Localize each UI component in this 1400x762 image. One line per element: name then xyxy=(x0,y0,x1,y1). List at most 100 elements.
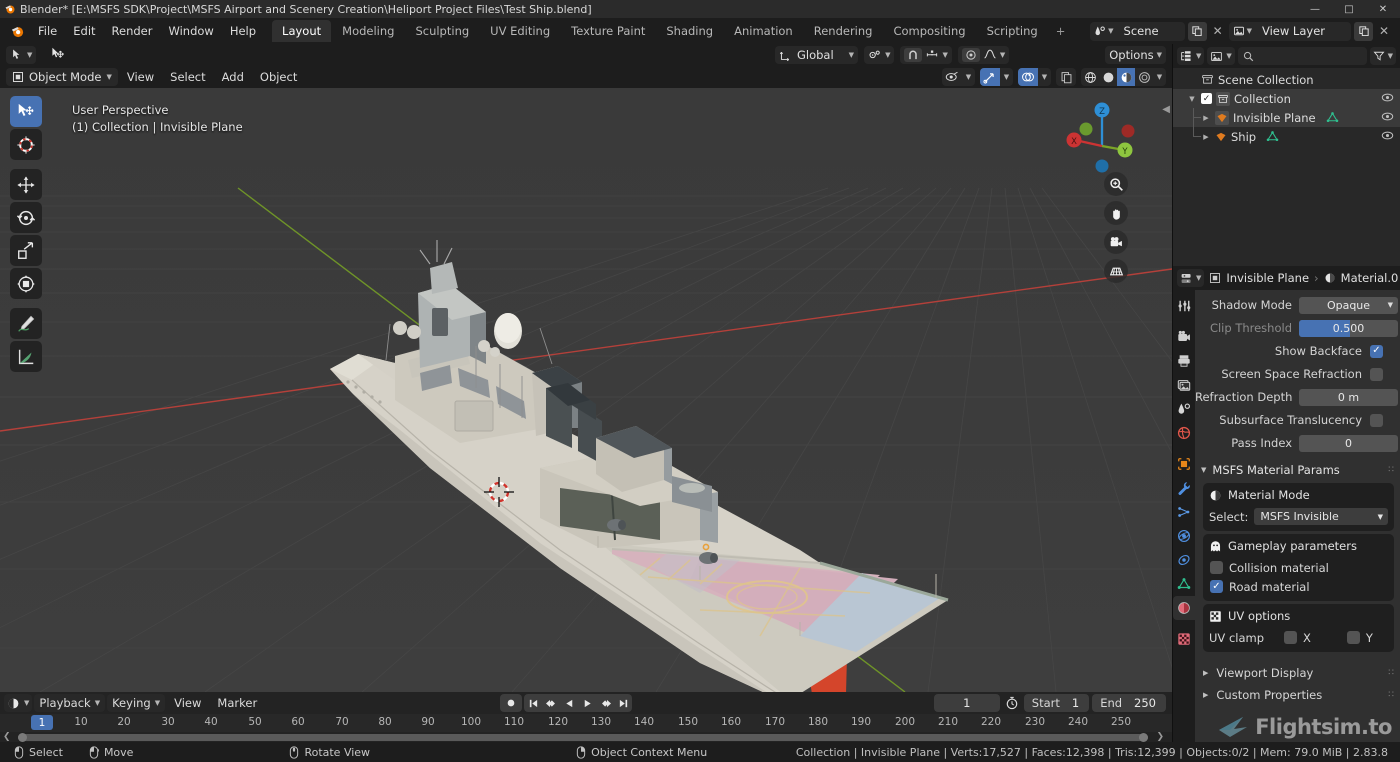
close-button[interactable]: ✕ xyxy=(1366,0,1400,18)
ship-expand-triangle[interactable]: ▶ xyxy=(1201,133,1211,141)
tool-annotate-button[interactable] xyxy=(10,308,42,339)
tab-animation[interactable]: Animation xyxy=(724,20,803,42)
play-button[interactable] xyxy=(578,694,596,712)
ship-mesh-data-icon[interactable] xyxy=(1266,130,1279,143)
viewport-options-dropdown[interactable]: Options ▼ xyxy=(1105,46,1166,64)
transform-orientation-dropdown[interactable]: Global ▼ xyxy=(774,46,859,64)
xray-icon[interactable] xyxy=(1056,68,1076,86)
tool-properties-tab[interactable] xyxy=(1173,294,1195,318)
msfs-material-params-panel-header[interactable]: ▼ MSFS Material Params ∷ xyxy=(1195,459,1400,480)
clip-threshold-slider[interactable]: 0.500 xyxy=(1299,319,1398,337)
tool-cursor-button[interactable] xyxy=(10,129,42,160)
visibility-dropdown[interactable]: ▼ xyxy=(942,68,975,86)
proportional-edit-widget[interactable]: ▼ xyxy=(957,46,1010,64)
pivot-point-dropdown[interactable]: ▼ xyxy=(864,46,895,64)
rendered-shading-button[interactable] xyxy=(1135,68,1153,86)
tab-texture-paint[interactable]: Texture Paint xyxy=(561,20,655,42)
frame-start-field[interactable]: Start 1 xyxy=(1023,694,1090,712)
delete-scene-button[interactable]: ✕ xyxy=(1210,24,1226,38)
falloff-curve-icon[interactable] xyxy=(983,47,997,64)
viewport-menu-object[interactable]: Object xyxy=(253,68,304,86)
scene-selector[interactable]: ▼ Scene xyxy=(1090,21,1185,41)
scroll-handle-left[interactable] xyxy=(18,732,27,742)
record-keyframes-button[interactable] xyxy=(500,694,522,712)
texture-properties-tab[interactable] xyxy=(1173,627,1195,651)
invisible-plane-expand-triangle[interactable]: ▶ xyxy=(1201,114,1211,122)
solid-shading-button[interactable] xyxy=(1099,68,1117,86)
screen-space-refraction-checkbox[interactable] xyxy=(1370,367,1383,381)
timeline-ruler[interactable]: 1 10 20 30 40 50 60 70 80 90 100 110 120… xyxy=(0,714,1172,732)
material-preview-shading-button[interactable] xyxy=(1117,68,1135,86)
tool-measure-button[interactable] xyxy=(10,341,42,372)
outliner-row-collection[interactable]: ▼ ✓ Collection xyxy=(1173,89,1400,108)
sidebar-toggle-arrow[interactable]: ◀ xyxy=(1162,104,1170,115)
orthographic-toggle-icon[interactable] xyxy=(1104,259,1128,283)
show-backface-checkbox[interactable] xyxy=(1370,344,1383,358)
collision-material-checkbox[interactable] xyxy=(1210,561,1223,574)
viewlayer-selector[interactable]: ▼ View Layer xyxy=(1228,21,1351,41)
scroll-right-arrow-icon[interactable]: ❯ xyxy=(1156,732,1164,742)
interaction-mode-dropdown[interactable]: Object Mode ▼ xyxy=(6,68,118,86)
view-layer-properties-tab[interactable] xyxy=(1173,373,1195,397)
outliner-editor-type-button[interactable]: ▼ xyxy=(1177,47,1205,65)
delete-viewlayer-button[interactable]: ✕ xyxy=(1376,24,1392,38)
timeline-menu-marker[interactable]: Marker xyxy=(210,694,264,712)
tool-rotate-button[interactable] xyxy=(10,202,42,233)
particle-properties-tab[interactable] xyxy=(1173,500,1195,524)
world-properties-tab[interactable] xyxy=(1173,421,1195,445)
camera-view-icon[interactable] xyxy=(1104,230,1128,254)
outliner-row-ship[interactable]: ▶ Ship xyxy=(1173,127,1400,146)
viewport-menu-add[interactable]: Add xyxy=(215,68,251,86)
tool-transform-button[interactable] xyxy=(10,268,42,299)
material-properties-tab[interactable] xyxy=(1173,596,1195,620)
object-visibility-icon[interactable] xyxy=(942,68,962,86)
menu-render[interactable]: Render xyxy=(104,21,161,41)
refraction-depth-field[interactable]: 0 m xyxy=(1299,388,1398,406)
tool-move-button[interactable] xyxy=(10,169,42,200)
tool-tweak-button[interactable] xyxy=(10,96,42,127)
snap-to-increment-icon[interactable] xyxy=(925,47,939,64)
jump-to-next-keyframe-button[interactable] xyxy=(596,694,614,712)
timeline-horizontal-scrollbar[interactable]: ❮ ❯ xyxy=(0,732,1172,742)
tab-shading[interactable]: Shading xyxy=(656,20,723,42)
invisible-plane-mesh-data-icon[interactable] xyxy=(1326,111,1339,124)
outliner-row-invisible-plane[interactable]: ▶ Invisible Plane xyxy=(1173,108,1400,127)
collection-checkbox[interactable]: ✓ xyxy=(1201,93,1212,104)
timeline-menu-view[interactable]: View xyxy=(167,694,208,712)
outliner-search-input[interactable] xyxy=(1237,47,1367,65)
jump-to-prev-keyframe-button[interactable] xyxy=(542,694,560,712)
collection-expand-triangle[interactable]: ▼ xyxy=(1187,95,1197,103)
xray-toggle[interactable] xyxy=(1056,68,1076,86)
uv-clamp-y-checkbox[interactable] xyxy=(1346,631,1360,644)
new-viewlayer-button[interactable] xyxy=(1354,21,1373,41)
outliner-row-scene-collection[interactable]: Scene Collection xyxy=(1173,70,1400,89)
ship-visibility-eye-icon[interactable] xyxy=(1381,130,1394,144)
gizmo-dropdown[interactable]: ▼ xyxy=(980,68,1013,86)
scroll-handle-right[interactable] xyxy=(1139,732,1148,742)
overlays-dropdown[interactable]: ▼ xyxy=(1018,68,1051,86)
jump-to-start-button[interactable] xyxy=(524,694,542,712)
outliner-display-mode-button[interactable]: ▼ xyxy=(1207,47,1235,65)
menu-window[interactable]: Window xyxy=(160,21,221,41)
render-properties-tab[interactable] xyxy=(1173,325,1195,349)
wireframe-shading-button[interactable] xyxy=(1081,68,1099,86)
physics-properties-tab[interactable] xyxy=(1173,524,1195,548)
object-properties-tab[interactable] xyxy=(1173,452,1195,476)
tab-sculpting[interactable]: Sculpting xyxy=(405,20,479,42)
overlays-icon[interactable] xyxy=(1018,68,1038,86)
collection-visibility-eye-icon[interactable] xyxy=(1381,92,1394,106)
modifier-properties-tab[interactable] xyxy=(1173,476,1195,500)
scene-properties-tab[interactable] xyxy=(1173,397,1195,421)
pan-hand-icon[interactable] xyxy=(1104,201,1128,225)
custom-properties-panel-header[interactable]: ▶ Custom Properties ∷ xyxy=(1195,684,1400,706)
timeline-editor-type-button[interactable]: ▼ xyxy=(4,694,33,712)
active-tool-widget[interactable]: ▼ xyxy=(6,46,37,64)
auto-keying-icon[interactable] xyxy=(1003,696,1021,710)
tool-scale-button[interactable] xyxy=(10,235,42,266)
minimize-button[interactable]: — xyxy=(1298,0,1332,18)
maximize-button[interactable]: □ xyxy=(1332,0,1366,18)
proportional-edit-icon[interactable] xyxy=(961,48,980,62)
current-frame-field[interactable]: 1 xyxy=(933,694,1000,712)
new-scene-button[interactable] xyxy=(1187,21,1207,41)
current-frame-indicator[interactable]: 1 xyxy=(31,715,53,730)
